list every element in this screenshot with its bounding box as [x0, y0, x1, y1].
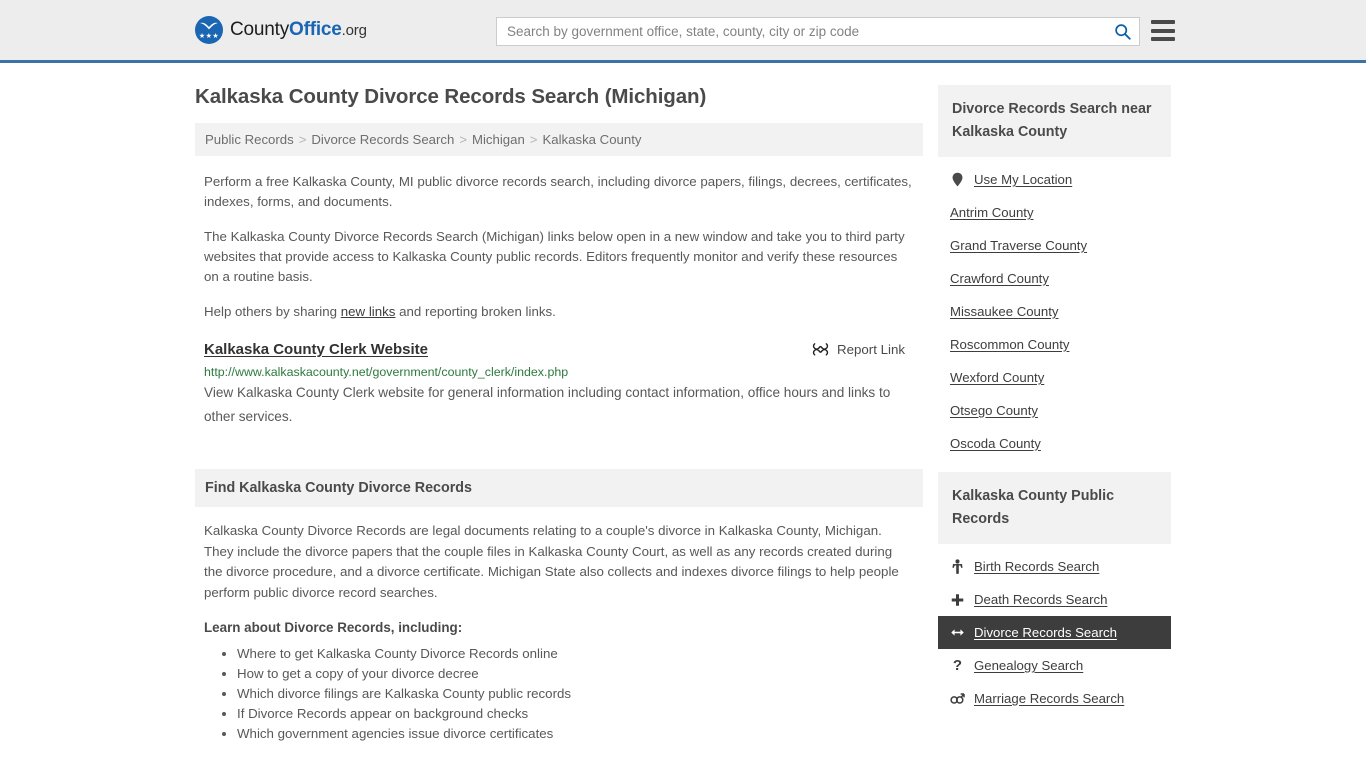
- hamburger-bar: [1151, 20, 1175, 24]
- nearby-counties-box: Divorce Records Search near Kalkaska Cou…: [938, 85, 1171, 460]
- gender-symbols-icon: [950, 692, 965, 705]
- hamburger-bar: [1151, 28, 1175, 33]
- list-item: How to get a copy of your divorce decree: [237, 664, 913, 684]
- sidebar-item-genealogy-search[interactable]: ? Genealogy Search: [938, 649, 1171, 682]
- breadcrumb-item-kalkaska-county[interactable]: Kalkaska County: [543, 132, 642, 147]
- search-icon: [1114, 24, 1131, 40]
- county-office-logo-icon: ★★★: [195, 16, 223, 44]
- list-item: Which government agencies issue divorce …: [237, 724, 913, 744]
- resource-link-title[interactable]: Kalkaska County Clerk Website: [204, 341, 428, 358]
- find-records-paragraph: Kalkaska County Divorce Records are lega…: [204, 523, 899, 600]
- intro-paragraph-2: The Kalkaska County Divorce Records Sear…: [204, 229, 905, 284]
- sidebar-item-divorce-records-search[interactable]: Divorce Records Search: [938, 616, 1171, 649]
- sidebar: Divorce Records Search near Kalkaska Cou…: [938, 85, 1171, 727]
- sidebar-item-label: Use My Location: [974, 172, 1073, 187]
- logo-stars-icon: ★★★: [198, 33, 220, 40]
- sidebar-item-label: Wexford County: [950, 370, 1045, 385]
- breadcrumb: Public Records > Divorce Records Search …: [195, 123, 923, 156]
- learn-about-heading: Learn about Divorce Records, including:: [204, 620, 463, 635]
- help-prefix: Help others by sharing: [204, 304, 341, 319]
- sidebar-item-marriage-records-search[interactable]: Marriage Records Search: [938, 682, 1171, 715]
- resource-link-header: Kalkaska County Clerk Website Report Lin…: [204, 341, 913, 358]
- logo-wordmark: CountyOffice.org: [230, 19, 367, 40]
- report-link-button[interactable]: Report Link: [812, 342, 913, 357]
- new-links-link[interactable]: new links: [341, 304, 396, 319]
- sidebar-item-use-my-location[interactable]: Use My Location: [938, 163, 1171, 196]
- baby-icon: [950, 559, 965, 574]
- breadcrumb-item-public-records[interactable]: Public Records: [205, 132, 294, 147]
- sidebar-item-roscommon-county[interactable]: Roscommon County: [938, 328, 1171, 361]
- resource-link-url: http://www.kalkaskacounty.net/government…: [204, 365, 569, 379]
- sidebar-item-label: Crawford County: [950, 271, 1049, 286]
- search-bar[interactable]: [496, 17, 1140, 46]
- sidebar-item-grand-traverse-county[interactable]: Grand Traverse County: [938, 229, 1171, 262]
- hamburger-bar: [1151, 37, 1175, 41]
- breadcrumb-separator: >: [529, 132, 538, 147]
- broken-link-icon: [812, 343, 829, 356]
- search-input[interactable]: [497, 18, 1105, 45]
- list-item: If Divorce Records appear on background …: [237, 704, 913, 724]
- site-header: ★★★ CountyOffice.org: [0, 0, 1366, 63]
- left-right-arrow-icon: [950, 627, 965, 638]
- sidebar-item-oscoda-county[interactable]: Oscoda County: [938, 427, 1171, 460]
- sidebar-item-label: Roscommon County: [950, 337, 1070, 352]
- public-records-box: Kalkaska County Public Records Birth Rec…: [938, 472, 1171, 715]
- resource-link-description: View Kalkaska County Clerk website for g…: [204, 385, 891, 424]
- sidebar-item-label: Missaukee County: [950, 304, 1059, 319]
- site-logo[interactable]: ★★★ CountyOffice.org: [195, 16, 367, 44]
- public-records-list: Birth Records Search Death Records Searc…: [938, 544, 1171, 715]
- list-item: Which divorce filings are Kalkaska Count…: [237, 684, 913, 704]
- sidebar-item-wexford-county[interactable]: Wexford County: [938, 361, 1171, 394]
- resource-link-entry: Kalkaska County Clerk Website Report Lin…: [195, 341, 923, 429]
- map-pin-icon: [950, 172, 965, 187]
- breadcrumb-item-divorce-records-search[interactable]: Divorce Records Search: [311, 132, 454, 147]
- sidebar-item-death-records-search[interactable]: Death Records Search: [938, 583, 1171, 616]
- intro-paragraph-1: Perform a free Kalkaska County, MI publi…: [204, 174, 912, 209]
- list-item: Where to get Kalkaska County Divorce Rec…: [237, 644, 913, 664]
- page-body: Kalkaska County Divorce Records Search (…: [0, 63, 1366, 744]
- sidebar-item-label: Grand Traverse County: [950, 238, 1088, 253]
- report-link-label: Report Link: [837, 342, 905, 357]
- question-mark-icon: ?: [952, 657, 963, 674]
- sidebar-item-antrim-county[interactable]: Antrim County: [938, 196, 1171, 229]
- help-paragraph: Help others by sharing new links and rep…: [195, 302, 923, 322]
- learn-about-list: Where to get Kalkaska County Divorce Rec…: [204, 644, 913, 744]
- sidebar-item-label: Antrim County: [950, 205, 1034, 220]
- sidebar-item-crawford-county[interactable]: Crawford County: [938, 262, 1171, 295]
- sidebar-item-label: Death Records Search: [974, 592, 1108, 607]
- find-records-section-heading: Find Kalkaska County Divorce Records: [195, 469, 923, 507]
- sidebar-item-label: Oscoda County: [950, 436, 1041, 451]
- nearby-counties-list: Use My Location Antrim County Grand Trav…: [938, 157, 1171, 460]
- sidebar-item-label: Birth Records Search: [974, 559, 1100, 574]
- sidebar-item-label: Marriage Records Search: [974, 691, 1125, 706]
- main-content: Kalkaska County Divorce Records Search (…: [195, 85, 923, 744]
- breadcrumb-item-michigan[interactable]: Michigan: [472, 132, 525, 147]
- breadcrumb-separator: >: [459, 132, 468, 147]
- help-suffix: and reporting broken links.: [395, 304, 556, 319]
- sidebar-item-label: Otsego County: [950, 403, 1038, 418]
- page-title: Kalkaska County Divorce Records Search (…: [195, 85, 707, 108]
- breadcrumb-separator: >: [298, 132, 307, 147]
- public-records-heading: Kalkaska County Public Records: [938, 472, 1171, 544]
- nearby-counties-heading: Divorce Records Search near Kalkaska Cou…: [938, 85, 1171, 157]
- eagle-wing-icon: [200, 22, 218, 30]
- sidebar-item-otsego-county[interactable]: Otsego County: [938, 394, 1171, 427]
- sidebar-item-label: Genealogy Search: [974, 658, 1084, 673]
- find-records-section-body: Kalkaska County Divorce Records are lega…: [195, 507, 923, 744]
- search-button[interactable]: [1105, 18, 1139, 45]
- hamburger-menu-button[interactable]: [1151, 20, 1175, 41]
- sidebar-item-label: Divorce Records Search: [974, 625, 1117, 640]
- cross-icon: [950, 593, 965, 607]
- sidebar-item-birth-records-search[interactable]: Birth Records Search: [938, 550, 1171, 583]
- sidebar-item-missaukee-county[interactable]: Missaukee County: [938, 295, 1171, 328]
